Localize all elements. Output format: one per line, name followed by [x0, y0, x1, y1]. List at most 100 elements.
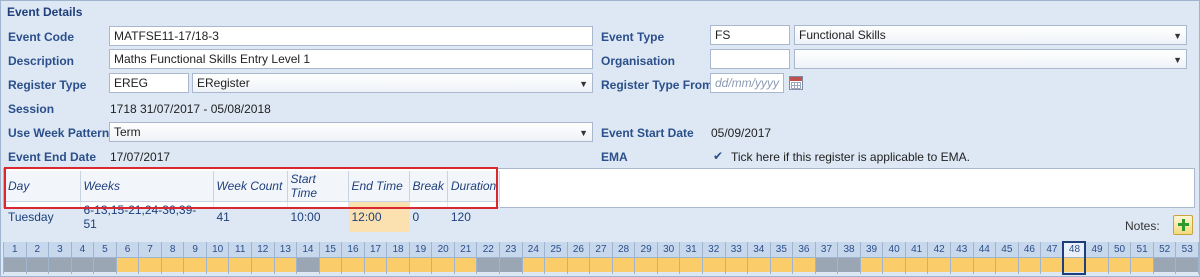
week-cell[interactable]: 38 [837, 242, 860, 274]
week-cell[interactable]: 49 [1085, 242, 1108, 274]
week-cell[interactable]: 23 [499, 242, 522, 274]
event-type-code-input[interactable]: FS [710, 25, 790, 45]
week-indicator [500, 258, 522, 272]
week-cell[interactable]: 30 [656, 242, 680, 274]
week-indicator [928, 258, 950, 272]
week-number: 32 [702, 242, 725, 258]
week-cell[interactable]: 47 [1040, 242, 1063, 274]
week-cell[interactable]: 46 [1017, 242, 1041, 274]
week-indicator [454, 258, 477, 272]
week-cell[interactable]: 12 [251, 242, 274, 274]
week-cell[interactable]: 37 [814, 242, 838, 274]
week-cell[interactable]: 51 [1130, 242, 1153, 274]
week-cell[interactable]: 17 [363, 242, 387, 274]
week-number: 51 [1131, 242, 1153, 258]
week-cell[interactable]: 5 [93, 242, 116, 274]
week-indicator [274, 258, 297, 272]
week-cell[interactable]: 48 [1061, 241, 1087, 275]
event-details-panel: Event Details Event Code MATFSE11-17/18-… [0, 0, 1200, 277]
week-cell[interactable]: 41 [904, 242, 928, 274]
week-cell[interactable]: 24 [521, 242, 545, 274]
event-code-input[interactable]: MATFSE11-17/18-3 [109, 26, 593, 46]
week-cell[interactable]: 36 [792, 242, 815, 274]
register-type-select[interactable]: ERegister ▼ [192, 73, 593, 93]
add-note-button[interactable] [1173, 215, 1193, 235]
week-cell[interactable]: 22 [476, 242, 500, 274]
week-cell[interactable]: 4 [70, 242, 94, 274]
week-indicator [657, 258, 680, 272]
week-cell[interactable]: 7 [138, 242, 161, 274]
week-cell[interactable]: 27 [589, 242, 612, 274]
week-cell[interactable]: 9 [183, 242, 206, 274]
week-strip: 1 2 3 4 5 6 7 8 9 10 11 12 13 14 15 16 17 18 19 20 21 22 23 24 2… [3, 241, 1199, 275]
session-label: Session [8, 102, 55, 116]
week-indicator [815, 258, 838, 272]
week-cell[interactable]: 45 [995, 242, 1018, 274]
week-cell[interactable]: 33 [724, 242, 748, 274]
organisation-select[interactable]: ▼ [794, 49, 1187, 69]
week-cell[interactable]: 8 [160, 242, 184, 274]
ema-checkbox[interactable]: ✔ [713, 149, 723, 163]
week-cell[interactable]: 14 [296, 242, 319, 274]
week-cell[interactable]: 19 [408, 242, 432, 274]
week-number: 29 [635, 242, 657, 258]
week-cell[interactable]: 50 [1107, 242, 1131, 274]
organisation-code-input[interactable] [710, 49, 790, 69]
event-code-label: Event Code [8, 30, 75, 44]
week-pattern-select[interactable]: Term ▼ [109, 122, 593, 142]
week-cell[interactable]: 39 [859, 242, 883, 274]
week-cell[interactable]: 34 [747, 242, 770, 274]
week-number: 11 [229, 242, 252, 258]
register-type-code-input[interactable]: EREG [109, 73, 189, 93]
week-cell[interactable]: 13 [273, 242, 297, 274]
week-cell[interactable]: 44 [972, 242, 996, 274]
week-indicator [996, 258, 1018, 272]
week-number: 9 [184, 242, 206, 258]
register-type-from-label: Register Type From [601, 78, 713, 92]
week-cell[interactable]: 42 [927, 242, 950, 274]
week-cell[interactable]: 52 [1152, 242, 1176, 274]
calendar-icon[interactable] [789, 76, 803, 90]
event-type-select[interactable]: Functional Skills ▼ [794, 25, 1187, 45]
week-cell[interactable]: 21 [453, 242, 477, 274]
week-cell[interactable]: 2 [25, 242, 49, 274]
week-cell[interactable]: 20 [431, 242, 454, 274]
week-indicator [1018, 258, 1041, 272]
week-cell[interactable]: 43 [949, 242, 973, 274]
week-cell[interactable]: 11 [228, 242, 252, 274]
week-cell[interactable]: 28 [611, 242, 635, 274]
week-number: 14 [297, 242, 319, 258]
description-input[interactable]: Maths Functional Skills Entry Level 1 [109, 49, 593, 69]
week-cell[interactable]: 10 [205, 242, 229, 274]
week-cell[interactable]: 35 [769, 242, 793, 274]
week-cell[interactable]: 3 [48, 242, 71, 274]
week-indicator [793, 258, 815, 272]
week-indicator [4, 258, 26, 272]
week-number: 49 [1086, 242, 1108, 258]
week-number: 41 [905, 242, 928, 258]
week-indicator [206, 258, 229, 272]
event-end-date-label: Event End Date [8, 150, 97, 164]
week-cell[interactable]: 6 [115, 242, 139, 274]
week-cell[interactable]: 32 [701, 242, 725, 274]
week-cell[interactable]: 29 [634, 242, 657, 274]
week-indicator [364, 258, 387, 272]
week-cell[interactable]: 15 [318, 242, 342, 274]
week-cell[interactable]: 31 [679, 242, 702, 274]
week-cell[interactable]: 25 [544, 242, 567, 274]
week-indicator [635, 258, 657, 272]
week-cell[interactable]: 18 [386, 242, 409, 274]
week-indicator [1108, 258, 1131, 272]
week-indicator [116, 258, 139, 272]
week-number: 52 [1153, 242, 1176, 258]
week-cell[interactable]: 26 [566, 242, 590, 274]
week-indicator [567, 258, 590, 272]
week-cell[interactable]: 1 [3, 242, 26, 274]
week-cell[interactable]: 53 [1175, 242, 1199, 274]
week-number: 43 [950, 242, 973, 258]
week-indicator [26, 258, 49, 272]
week-number: 16 [342, 242, 364, 258]
register-type-from-date-input[interactable]: dd/mm/yyyy [710, 73, 784, 93]
week-cell[interactable]: 40 [882, 242, 905, 274]
week-cell[interactable]: 16 [341, 242, 364, 274]
